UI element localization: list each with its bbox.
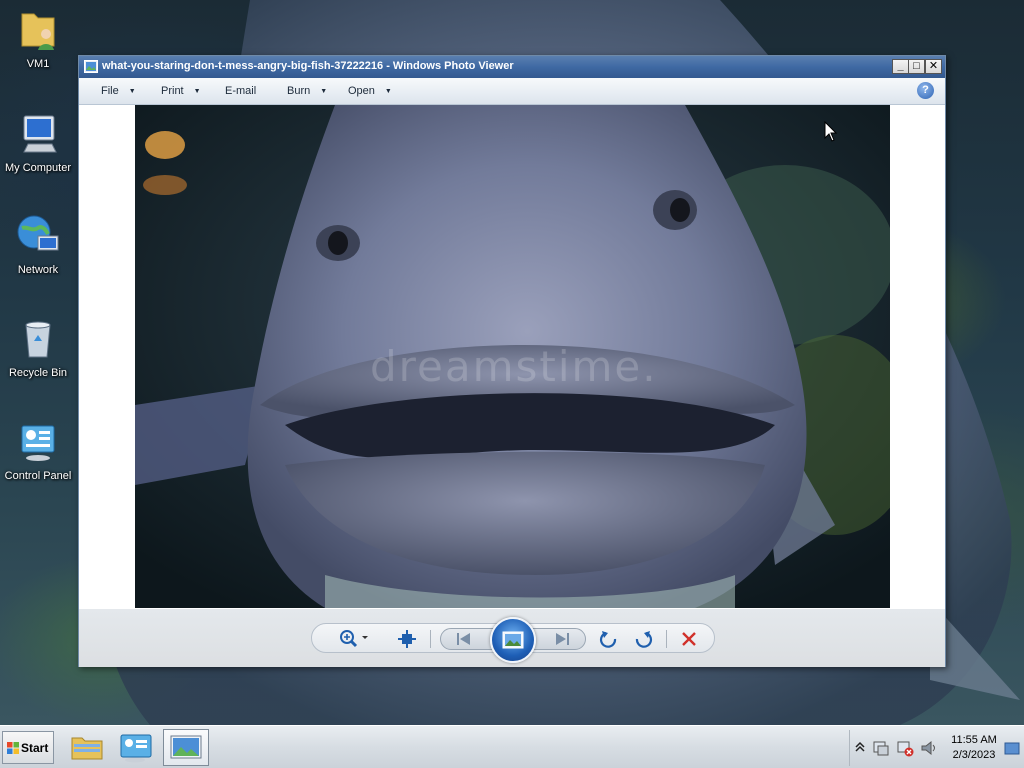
menu-email-label: E-mail (225, 85, 257, 97)
control-panel-icon (21, 425, 55, 461)
show-hidden-icons-chevron-icon[interactable] (855, 741, 865, 753)
desktop-icon-label: Recycle Bin (8, 367, 68, 379)
folder-icon (71, 737, 103, 760)
chevron-down-icon: ▼ (128, 88, 136, 95)
chevron-down-icon: ▼ (193, 88, 201, 95)
desktop-icon-recycle-bin[interactable]: Recycle Bin (0, 315, 76, 379)
actual-size-icon[interactable] (396, 629, 418, 649)
notification-area (849, 730, 1024, 766)
next-icon[interactable] (550, 629, 574, 649)
menu-burn[interactable]: Burn ▼ (287, 85, 327, 97)
help-icon[interactable]: ? (917, 82, 934, 99)
minimize-button[interactable]: _ (892, 59, 909, 74)
taskbar-item-control-panel[interactable] (113, 729, 159, 766)
clock-time: 11:55 AM (951, 734, 997, 746)
taskbar-item-explorer[interactable] (64, 729, 110, 766)
fish-photo-image: dreamstime. (135, 105, 890, 608)
maximize-button[interactable]: □ (908, 59, 925, 74)
photo-viewer-window[interactable]: what-you-staring-don-t-mess-angry-big-fi… (78, 55, 946, 667)
displayed-photo[interactable]: dreamstime. (135, 105, 890, 608)
action-center-icon[interactable] (872, 739, 890, 757)
desktop-icon-network[interactable]: Network (0, 212, 76, 276)
command-bar: File ▼ Print ▼ E-mail Burn ▼ Open ▼ ? (79, 78, 945, 105)
desktop-icon-label: VM1 (26, 58, 50, 70)
playback-control-bar (79, 609, 945, 667)
menu-open-label: Open (348, 85, 375, 97)
chevron-down-icon: ▼ (384, 88, 392, 95)
control-panel-icon (120, 734, 152, 763)
delete-icon[interactable] (678, 629, 700, 649)
watermark-text: dreamstime. (370, 342, 658, 391)
desktop-icon-label: My Computer (4, 162, 72, 174)
rotate-clockwise-icon[interactable] (632, 629, 654, 649)
menu-burn-label: Burn (287, 85, 311, 97)
clock-date: 2/3/2023 (952, 749, 996, 761)
windows-logo-icon (7, 742, 19, 754)
close-button[interactable]: ✕ (925, 59, 942, 74)
previous-icon[interactable] (452, 629, 476, 649)
desktop-icon-my-computer[interactable]: My Computer (0, 110, 76, 174)
desktop-icon-label: Control Panel (4, 470, 72, 482)
menu-file[interactable]: File ▼ (101, 85, 136, 97)
clock[interactable]: 11:55 AM 2/3/2023 (951, 733, 997, 763)
menu-file-label: File (101, 85, 119, 97)
network-globe-icon (17, 215, 59, 251)
photo-viewer-icon (170, 735, 202, 759)
control-pill (311, 617, 715, 663)
network-disconnected-icon[interactable] (896, 739, 914, 757)
window-title: what-you-staring-don-t-mess-angry-big-fi… (102, 60, 514, 72)
slideshow-button[interactable] (490, 617, 536, 663)
slideshow-icon (502, 631, 524, 649)
user-folder-icon (21, 13, 55, 50)
title-bar[interactable]: what-you-staring-don-t-mess-angry-big-fi… (79, 56, 945, 78)
computer-icon (23, 115, 57, 153)
menu-print-label: Print (161, 85, 184, 97)
taskbar-item-photo-viewer[interactable] (163, 729, 209, 766)
separator (666, 630, 667, 648)
desktop-icon-label: Network (17, 264, 59, 276)
show-desktop-icon[interactable] (1004, 742, 1020, 756)
zoom-icon[interactable] (338, 629, 370, 649)
menu-open[interactable]: Open ▼ (348, 85, 392, 97)
chevron-down-icon: ▼ (320, 88, 328, 95)
volume-icon[interactable] (920, 739, 938, 757)
recycle-bin-icon (25, 321, 51, 358)
separator (430, 630, 431, 648)
start-button[interactable]: Start (2, 731, 54, 764)
mouse-cursor-icon (824, 121, 838, 142)
menu-print[interactable]: Print ▼ (161, 85, 201, 97)
rotate-counterclockwise-icon[interactable] (598, 629, 620, 649)
menu-email[interactable]: E-mail (225, 85, 256, 97)
desktop-icon-control-panel[interactable]: Control Panel (0, 418, 76, 482)
taskbar: Start 11:55 AM 2/3/2023 (0, 725, 1024, 768)
photo-viewer-app-icon (84, 60, 98, 73)
start-label: Start (21, 741, 49, 755)
desktop-icon-vm1[interactable]: VM1 (0, 6, 76, 70)
image-canvas: dreamstime. (79, 105, 945, 609)
